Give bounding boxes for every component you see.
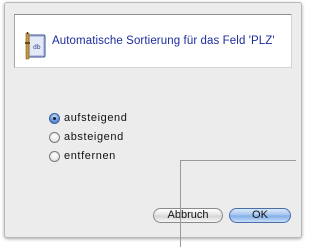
svg-text:db: db — [33, 44, 41, 51]
radio-button-ascending[interactable] — [49, 112, 60, 124]
radio-option-ascending[interactable]: aufsteigend — [49, 109, 127, 127]
radio-option-remove[interactable]: entfernen — [49, 147, 127, 165]
filemaker-app-icon: db — [25, 32, 46, 60]
resize-guide-horizontal — [180, 160, 296, 161]
radio-button-remove[interactable] — [49, 150, 60, 162]
radio-label-descending[interactable]: absteigend — [64, 131, 124, 143]
sort-dialog: db Automatische Sortierung für das Feld … — [4, 2, 302, 238]
radio-button-descending[interactable] — [49, 131, 60, 143]
resize-guide-vertical — [180, 160, 181, 247]
cancel-button[interactable]: Abbruch — [153, 208, 223, 223]
radio-label-remove[interactable]: entfernen — [64, 150, 116, 162]
header-panel: db Automatische Sortierung für das Feld … — [14, 14, 292, 68]
ok-button[interactable]: OK — [229, 208, 291, 223]
sort-order-radio-group: aufsteigend absteigend entfernen — [49, 109, 127, 166]
radio-label-ascending[interactable]: aufsteigend — [64, 112, 127, 124]
dialog-title: Automatische Sortierung für das Feld 'PL… — [52, 35, 275, 47]
radio-option-descending[interactable]: absteigend — [49, 128, 127, 146]
